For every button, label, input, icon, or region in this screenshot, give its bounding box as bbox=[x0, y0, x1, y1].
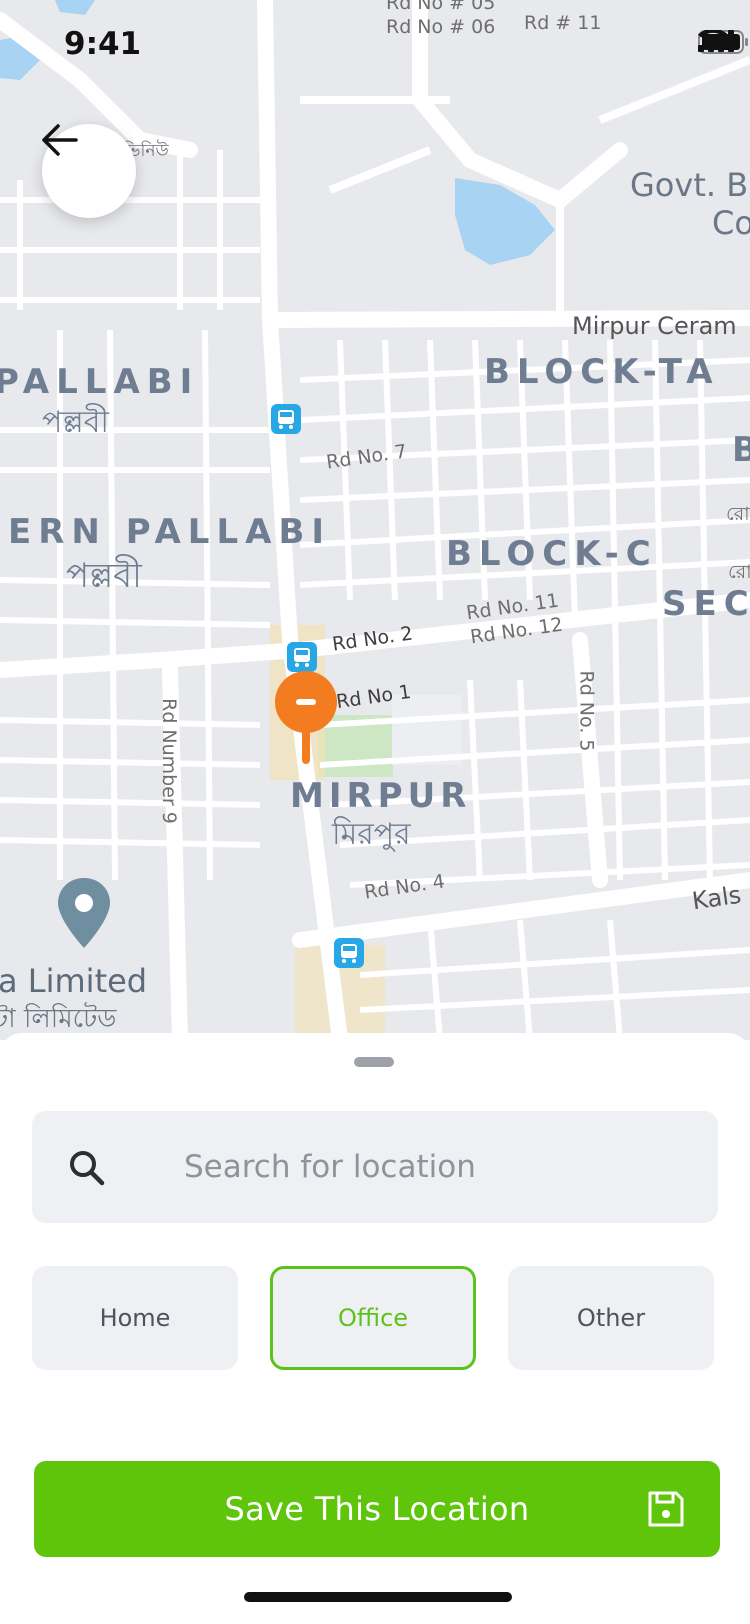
address-type-home-chip[interactable]: Home bbox=[32, 1266, 238, 1370]
map-area-label: B bbox=[732, 430, 750, 470]
search-icon bbox=[68, 1149, 106, 1192]
map-road-label: Rd No # 06 bbox=[386, 16, 496, 38]
map-area-label: ERN PALLABI bbox=[8, 512, 332, 552]
map-road-label: Rd # 11 bbox=[524, 12, 602, 34]
back-button[interactable] bbox=[42, 124, 136, 218]
search-input[interactable] bbox=[150, 1111, 690, 1223]
home-indicator bbox=[244, 1592, 512, 1602]
location-bottom-sheet: Home Office Other Save This Location bbox=[0, 1033, 750, 1624]
map-road-label: Mirpur Ceram bbox=[572, 312, 737, 340]
map-road-label: রো bbox=[726, 503, 750, 525]
save-location-button[interactable]: Save This Location bbox=[34, 1461, 720, 1557]
save-floppy-icon bbox=[648, 1491, 684, 1532]
map-area-label: পল্লবী bbox=[66, 556, 142, 596]
map-poi-label: Co bbox=[712, 204, 750, 242]
map-area-label: পল্লবী bbox=[42, 405, 109, 440]
map-road-label: Rd No. 5 bbox=[575, 670, 598, 752]
map-area-label: BLOCK-C bbox=[446, 534, 658, 574]
map-poi-label: Govt. B bbox=[630, 166, 749, 204]
address-type-other-chip[interactable]: Other bbox=[508, 1266, 714, 1370]
status-time: 9:41 bbox=[64, 26, 142, 62]
map-poi-label: a Limited bbox=[0, 962, 148, 1000]
map-area-label: SEC bbox=[662, 584, 750, 624]
save-location-label: Save This Location bbox=[224, 1490, 530, 1528]
drag-handle[interactable] bbox=[354, 1057, 394, 1067]
map-area-label: মিরপুর bbox=[332, 817, 411, 852]
map-road-label: Rd Number 9 bbox=[157, 698, 180, 824]
map-area-label: PALLABI bbox=[0, 362, 200, 402]
map-road-label: Rd No # 05 bbox=[386, 0, 496, 14]
map-view[interactable]: Rd No # 05 Rd No # 06 Rd # 11 এভিনিউ Gov… bbox=[0, 0, 750, 1040]
arrow-left-icon bbox=[42, 124, 78, 156]
map-area-label: BLOCK-TA bbox=[484, 352, 720, 392]
search-box[interactable] bbox=[32, 1111, 718, 1223]
address-type-office-chip[interactable]: Office bbox=[270, 1266, 476, 1370]
